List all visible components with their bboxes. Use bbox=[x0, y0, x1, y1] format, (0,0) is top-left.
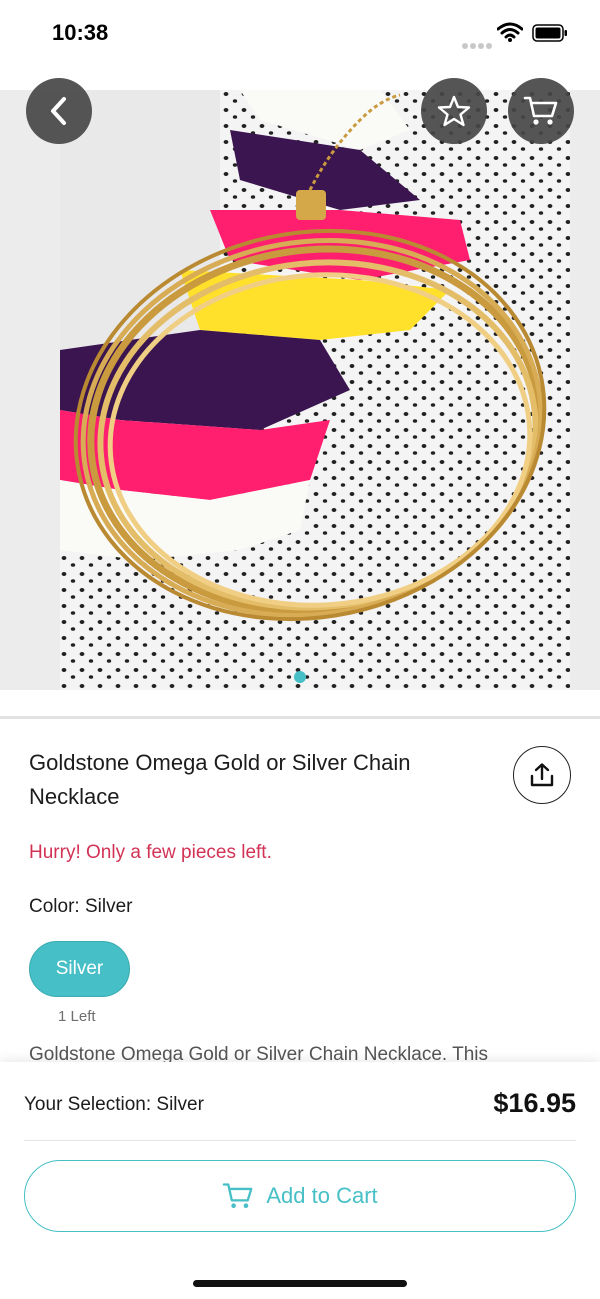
urgency-message: Hurry! Only a few pieces left. bbox=[29, 842, 272, 863]
selection-prefix: Your Selection: bbox=[24, 1094, 157, 1115]
favorite-button[interactable] bbox=[421, 78, 487, 144]
status-time: 10:38 bbox=[52, 20, 109, 45]
back-button[interactable] bbox=[26, 78, 92, 144]
divider bbox=[24, 1140, 576, 1141]
selection-value: Silver bbox=[156, 1094, 204, 1115]
cart-button[interactable] bbox=[508, 78, 574, 144]
wifi-icon bbox=[497, 22, 523, 42]
signal-icon bbox=[462, 36, 494, 54]
home-indicator[interactable] bbox=[193, 1280, 407, 1287]
divider bbox=[0, 716, 600, 719]
price: $16.95 bbox=[493, 1088, 576, 1118]
status-bar: 10:38 bbox=[0, 0, 600, 70]
share-icon bbox=[530, 763, 554, 787]
color-value: Silver bbox=[84, 896, 133, 917]
share-button[interactable] bbox=[513, 746, 571, 804]
battery-icon bbox=[532, 24, 567, 42]
stock-count: 1 Left bbox=[58, 1008, 96, 1025]
add-to-cart-label: Add to Cart bbox=[266, 1183, 378, 1208]
cart-icon bbox=[523, 96, 558, 125]
star-icon bbox=[437, 95, 471, 127]
color-label: Color: Silver bbox=[29, 896, 132, 918]
product-title: Goldstone Omega Gold or Silver Chain Nec… bbox=[29, 750, 411, 809]
color-prefix: Color: bbox=[29, 896, 85, 917]
color-option-silver[interactable]: Silver bbox=[29, 941, 130, 997]
add-to-cart-button[interactable]: Add to Cart bbox=[24, 1160, 576, 1232]
carousel-page-indicator[interactable] bbox=[294, 671, 306, 683]
product-image bbox=[60, 90, 570, 690]
selection-summary: Your Selection: Silver bbox=[24, 1094, 204, 1116]
chevron-left-icon bbox=[51, 97, 66, 125]
cart-icon bbox=[223, 1183, 253, 1208]
product-image-carousel[interactable] bbox=[0, 90, 600, 690]
bottom-panel: Your Selection: Silver $16.95 Add to Car… bbox=[0, 1062, 600, 1299]
